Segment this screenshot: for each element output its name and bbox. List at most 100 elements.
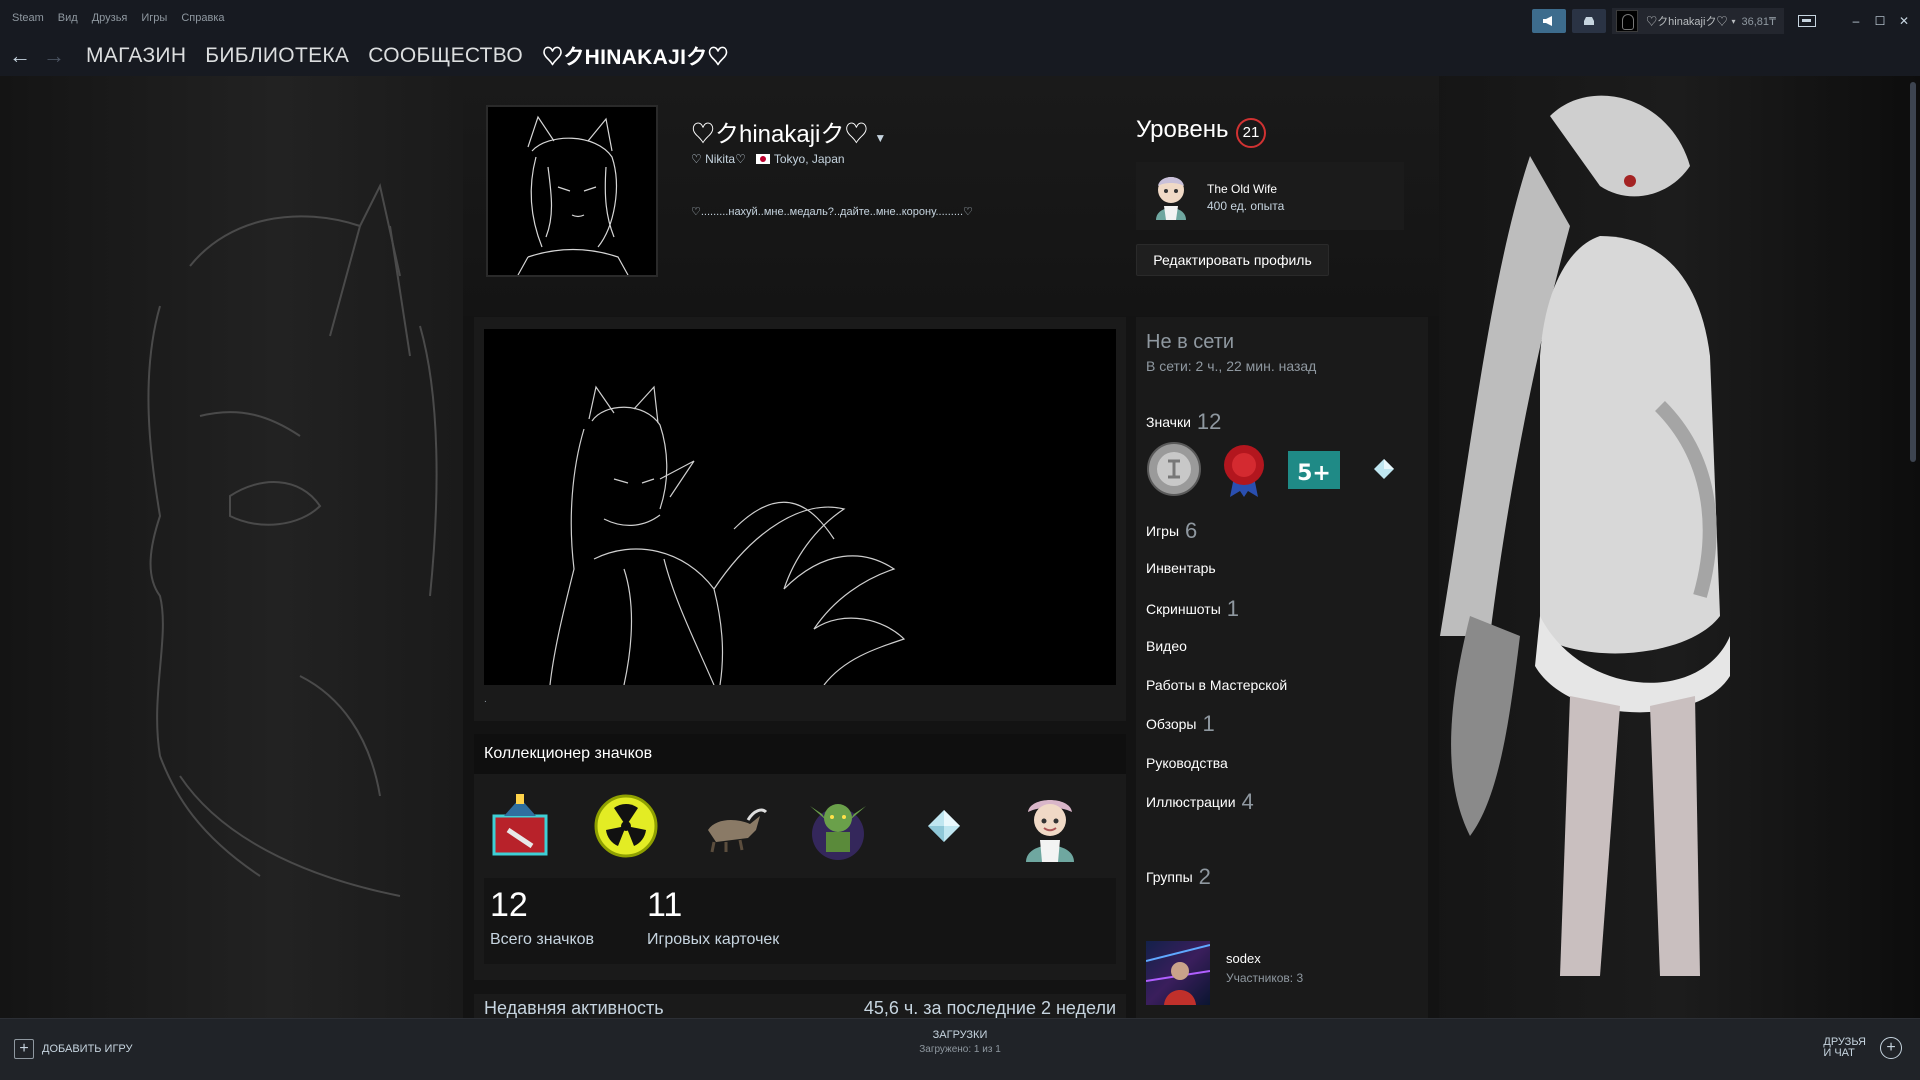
five-years-badge-icon[interactable]: 5+ (1286, 441, 1342, 497)
add-game-button[interactable]: + ДОБАВИТЬ ИГРУ (14, 1039, 133, 1059)
chevron-down-icon: ▾ (1731, 16, 1736, 26)
friends-chat-label: ДРУЗЬЯ И ЧАТ (1823, 1037, 1866, 1059)
sidebar-item-screenshots[interactable]: Скриншоты 1 (1146, 596, 1239, 622)
profile-meta: ♡ Nikita♡ Tokyo, Japan (691, 152, 845, 166)
menu-friends[interactable]: Друзья (92, 12, 128, 24)
menu-view[interactable]: Вид (58, 12, 78, 24)
add-friend-icon: + (1880, 1037, 1902, 1059)
collector-title: Коллекционер значков (474, 734, 1126, 774)
nav-library[interactable]: БИБЛИОТЕКА (205, 44, 349, 68)
avatar-art (517, 115, 629, 275)
wax-seal-badge-icon[interactable] (1216, 441, 1272, 497)
goat-badge-icon[interactable] (696, 790, 768, 862)
games-count: 6 (1185, 518, 1198, 543)
downloads-button[interactable]: ЗАГРУЗКИ Загружено: 1 из 1 (860, 1029, 1060, 1055)
recent-activity-hours: 45,6 ч. за последние 2 недели (863, 998, 1116, 1018)
scrollbar[interactable] (1910, 82, 1916, 462)
collector-badges (474, 790, 1126, 870)
sidebar-badges: 5+ (1146, 441, 1416, 501)
sidebar-item-groups[interactable]: Группы 2 (1146, 864, 1211, 890)
titlebar-controls: ♡クhinakajiク♡ ▾ 36,81₸ – ☐ ✕ (1532, 8, 1920, 34)
favorite-badge[interactable]: The Old Wife 400 ед. опыта (1136, 162, 1404, 230)
artwork-caption: . (484, 694, 487, 705)
collector-stats: 12 Всего значков 11 Игровых карточек (484, 878, 1116, 964)
total-badges-value: 12 (490, 886, 528, 924)
sidebar-item-reviews[interactable]: Обзоры 1 (1146, 711, 1215, 737)
profile-page: ♡クhinakajiク♡ ▼ ♡ Nikita♡ Tokyo, Japan ♡..… (463, 76, 1439, 1018)
toolbox-badge-icon[interactable] (484, 790, 556, 862)
stat-total-badges[interactable]: 12 Всего значков (490, 886, 594, 949)
forward-arrow-icon[interactable]: → (40, 43, 68, 69)
profile-name[interactable]: ♡クhinakajiク♡ ▼ (691, 114, 886, 149)
profile-real-name: ♡ Nikita♡ (691, 152, 746, 166)
minimize-icon[interactable]: – (1844, 14, 1868, 28)
profile-location: Tokyo, Japan (773, 152, 845, 166)
old-wife-badge-icon[interactable] (1014, 790, 1086, 862)
artwork-count: 4 (1241, 789, 1254, 814)
maximize-icon[interactable]: ☐ (1868, 14, 1892, 28)
reviews-count: 1 (1202, 711, 1215, 736)
back-arrow-icon[interactable]: ← (6, 43, 34, 69)
inbox-icon (1584, 17, 1595, 25)
favorite-badge-xp: 400 ед. опыта (1207, 199, 1285, 213)
group-avatar-image (1146, 944, 1210, 1005)
profile-avatar[interactable] (486, 105, 658, 277)
profile-header: ♡クhinakajiク♡ ▼ ♡ Nikita♡ Tokyo, Japan ♡..… (463, 76, 1439, 316)
sidebar-item-inventory[interactable]: Инвентарь (1146, 560, 1216, 576)
chat-label: И ЧАТ (1823, 1047, 1855, 1059)
showcase-artwork[interactable] (484, 329, 1116, 685)
notifications-button[interactable] (1572, 9, 1607, 33)
level-badge[interactable]: 21 (1236, 118, 1266, 148)
wallet-balance: 36,81₸ (1741, 15, 1776, 28)
stat-game-cards[interactable]: 11 Игровых карточек (647, 886, 779, 949)
background-sketch-left (147, 183, 438, 897)
menu-steam[interactable]: Steam (12, 12, 44, 24)
account-avatar (1616, 10, 1639, 32)
svg-text:5+: 5+ (1297, 461, 1331, 486)
game-cards-label: Игровых карточек (647, 931, 780, 948)
badge-collector-showcase: Коллекционер значков 12 Всего значков 11… (474, 734, 1126, 980)
nav-store[interactable]: МАГАЗИН (86, 44, 186, 68)
menu-help[interactable]: Справка (181, 12, 224, 24)
announcements-button[interactable] (1532, 9, 1567, 33)
sidebar-item-videos[interactable]: Видео (1146, 638, 1187, 654)
sidebar-item-workshop[interactable]: Работы в Мастерской (1146, 677, 1287, 693)
reviews-label: Обзоры (1146, 716, 1197, 732)
recent-activity-label: Недавняя активность (484, 998, 664, 1018)
chevron-down-icon[interactable]: ▼ (874, 131, 886, 145)
radiation-badge-icon[interactable] (590, 790, 662, 862)
sidebar-item-games[interactable]: Игры 6 (1146, 518, 1197, 544)
nav-community[interactable]: СООБЩЕСТВО (368, 44, 523, 68)
plus-icon: + (14, 1039, 34, 1059)
screenshots-label: Скриншоты (1146, 601, 1221, 617)
badges-count: 12 (1196, 409, 1222, 434)
level-label: Уровень (1136, 116, 1229, 143)
last-online: В сети: 2 ч., 22 мин. назад (1146, 358, 1317, 374)
profile-summary: ♡.........нахуй..мне..медаль?..дайте..мн… (691, 206, 973, 218)
title-bar: Steam Вид Друзья Игры Справка ♡クhinakaji… (0, 0, 1920, 36)
edit-profile-button[interactable]: Редактировать профиль (1136, 244, 1329, 276)
friends-chat-button[interactable]: ДРУЗЬЯ И ЧАТ + (1823, 1037, 1902, 1059)
menu-games[interactable]: Игры (141, 12, 167, 24)
game-cards-value: 11 (647, 886, 683, 924)
downloads-label: ЗАГРУЗКИ (932, 1029, 988, 1041)
groups-count: 2 (1198, 864, 1211, 889)
showcase-art-drawing (549, 385, 906, 685)
sidebar-item-guides[interactable]: Руководства (1146, 755, 1228, 771)
sidebar-item-artwork[interactable]: Иллюстрации 4 (1146, 789, 1254, 815)
profile-location-wrap: Tokyo, Japan (755, 152, 845, 166)
add-game-label: ДОБАВИТЬ ИГРУ (42, 1043, 133, 1055)
crystal-badge-icon[interactable] (1356, 441, 1412, 497)
goblin-badge-icon[interactable] (802, 790, 874, 862)
big-picture-icon[interactable] (1798, 15, 1816, 27)
crystal-badge-icon[interactable] (908, 790, 980, 862)
artwork-showcase: . (474, 317, 1126, 721)
nav-user[interactable]: ♡クHINAKAJIク♡ (542, 41, 729, 71)
close-icon[interactable]: ✕ (1892, 14, 1916, 28)
silver-coin-badge-icon[interactable] (1146, 441, 1202, 497)
group-avatar[interactable] (1146, 941, 1210, 1005)
group-name[interactable]: sodex (1226, 951, 1261, 966)
account-menu[interactable]: ♡クhinakajiク♡ ▾ 36,81₸ (1612, 8, 1784, 34)
background-right-art (1430, 76, 1920, 1018)
sidebar-item-badges[interactable]: Значки 12 (1146, 409, 1221, 435)
